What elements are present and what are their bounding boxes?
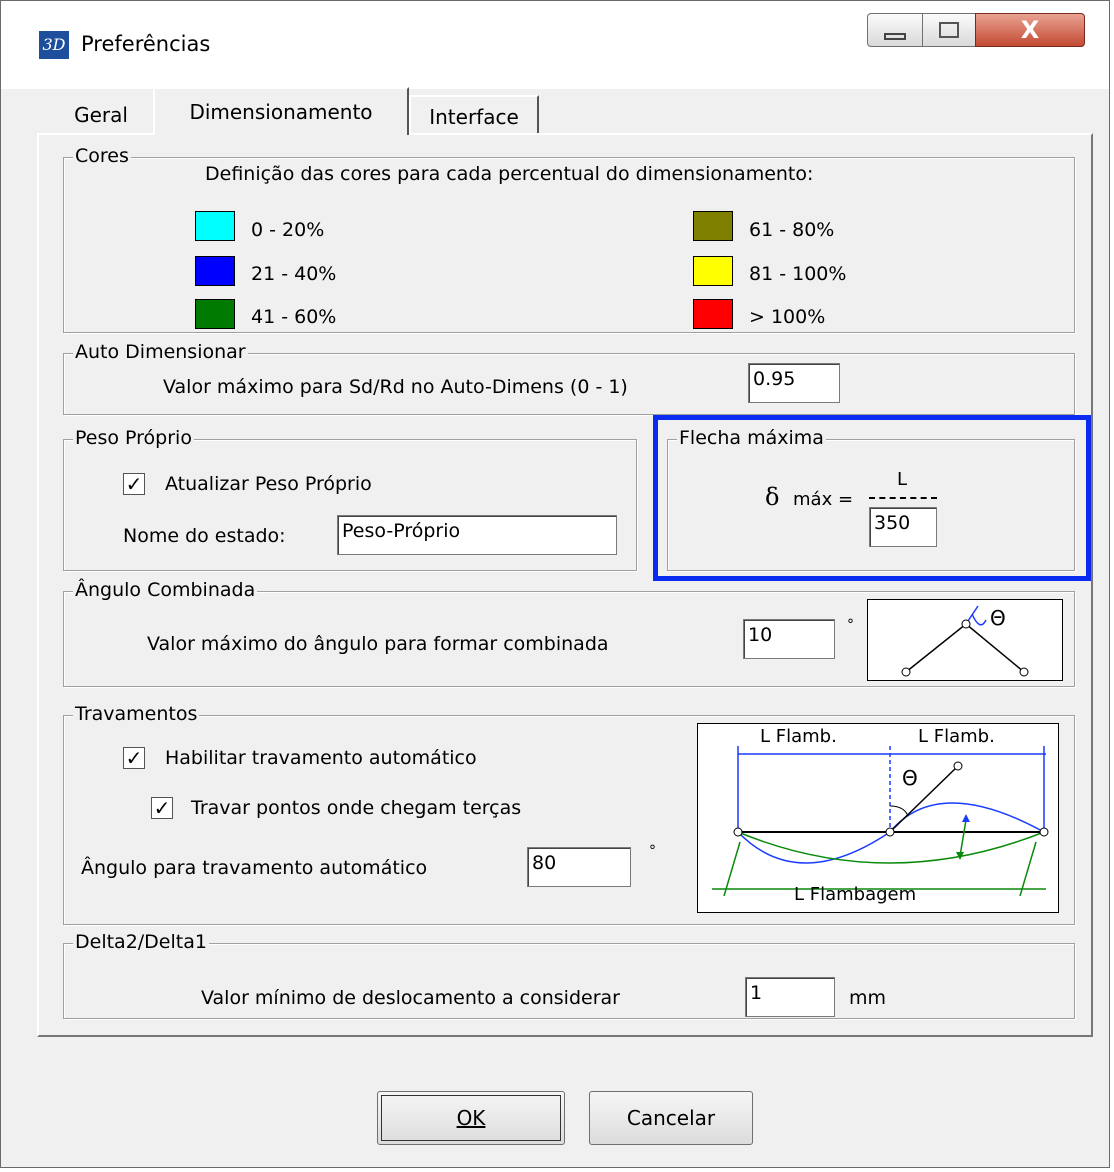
cores-description: Definição das cores para cada percentual… [205,163,814,185]
angulo-combinada-diagram: Θ [867,599,1063,681]
atualizar-peso-label: Atualizar Peso Próprio [165,473,372,495]
minimize-button[interactable] [867,13,923,47]
nome-estado-input[interactable]: Peso-Próprio [337,515,617,555]
range-label-61-80: 61 - 80% [749,219,835,241]
nome-estado-label: Nome do estado: [123,525,286,547]
group-cores-legend: Cores [73,145,131,167]
auto-dimens-label: Valor máximo para Sd/Rd no Auto-Dimens (… [163,376,628,398]
group-peso-proprio-legend: Peso Próprio [73,427,194,449]
tab-dimensionamento[interactable]: Dimensionamento [153,87,409,135]
angulo-travamento-input[interactable]: 80 [527,847,631,887]
title-bar: 3D Preferências X [1,1,1109,89]
color-swatch-21-40[interactable] [195,256,235,286]
ok-button-label: OK [456,1106,486,1130]
group-travamentos-legend: Travamentos [73,703,200,725]
maximize-icon [939,22,959,38]
close-icon: X [1020,16,1040,44]
close-button[interactable]: X [975,13,1085,47]
theta-label: Θ [990,606,1006,630]
maximize-button[interactable] [922,13,976,47]
range-label-81-100: 81 - 100% [749,263,847,285]
angulo-combinada-label: Valor máximo do ângulo para formar combi… [147,633,609,655]
delta-label: Valor mínimo de deslocamento a considera… [201,987,620,1009]
color-swatch-0-20[interactable] [195,211,235,241]
travar-tercas-label: Travar pontos onde chegam terças [191,797,522,819]
range-label-0-20: 0 - 20% [251,219,325,241]
angulo-travamento-label: Ângulo para travamento automático [81,857,428,879]
highlight-box [653,415,1091,581]
combination-angle-diagram [901,605,1029,677]
delta-unit: mm [849,987,887,1009]
atualizar-peso-checkbox[interactable]: ✓ [123,473,145,495]
color-swatch-41-60[interactable] [195,299,235,329]
angulo-travamento-unit: ° [649,843,656,859]
color-swatch-61-80[interactable] [693,211,733,241]
preferences-dialog: 3D Preferências X Geral Dimensionamento … [0,0,1110,1168]
color-swatch-81-100[interactable] [693,256,733,286]
app-3d-icon: 3D [39,31,69,59]
ok-button[interactable]: OK [377,1091,565,1145]
angulo-combinada-unit: ° [847,617,854,633]
auto-dimens-input[interactable]: 0.95 [748,363,840,403]
tab-geral[interactable]: Geral [49,95,153,135]
minimize-icon [884,32,906,40]
l-flamb-right-label: L Flamb. [918,726,995,747]
window-title: Preferências [81,32,211,56]
travamento-diagram: L Flamb. L Flamb. Θ L Flambagem [697,723,1059,913]
habilitar-travamento-label: Habilitar travamento automático [165,747,477,769]
travar-tercas-checkbox[interactable]: ✓ [151,797,173,819]
delta-input[interactable]: 1 [745,977,835,1017]
l-flamb-left-label: L Flamb. [760,726,837,747]
range-label-21-40: 21 - 40% [251,263,337,285]
angulo-combinada-input[interactable]: 10 [743,619,835,659]
tab-interface[interactable]: Interface [409,95,539,135]
color-swatch-over-100[interactable] [693,299,733,329]
range-label-over-100: > 100% [749,306,826,328]
l-flambagem-label: L Flambagem [794,884,917,905]
habilitar-travamento-checkbox[interactable]: ✓ [123,747,145,769]
theta-label-travamento: Θ [902,766,918,790]
group-auto-dimensionar-legend: Auto Dimensionar [73,341,248,363]
group-angulo-combinada-legend: Ângulo Combinada [73,579,258,601]
group-delta-legend: Delta2/Delta1 [73,931,209,953]
range-label-41-60: 41 - 60% [251,306,337,328]
cancel-button[interactable]: Cancelar [589,1091,753,1145]
